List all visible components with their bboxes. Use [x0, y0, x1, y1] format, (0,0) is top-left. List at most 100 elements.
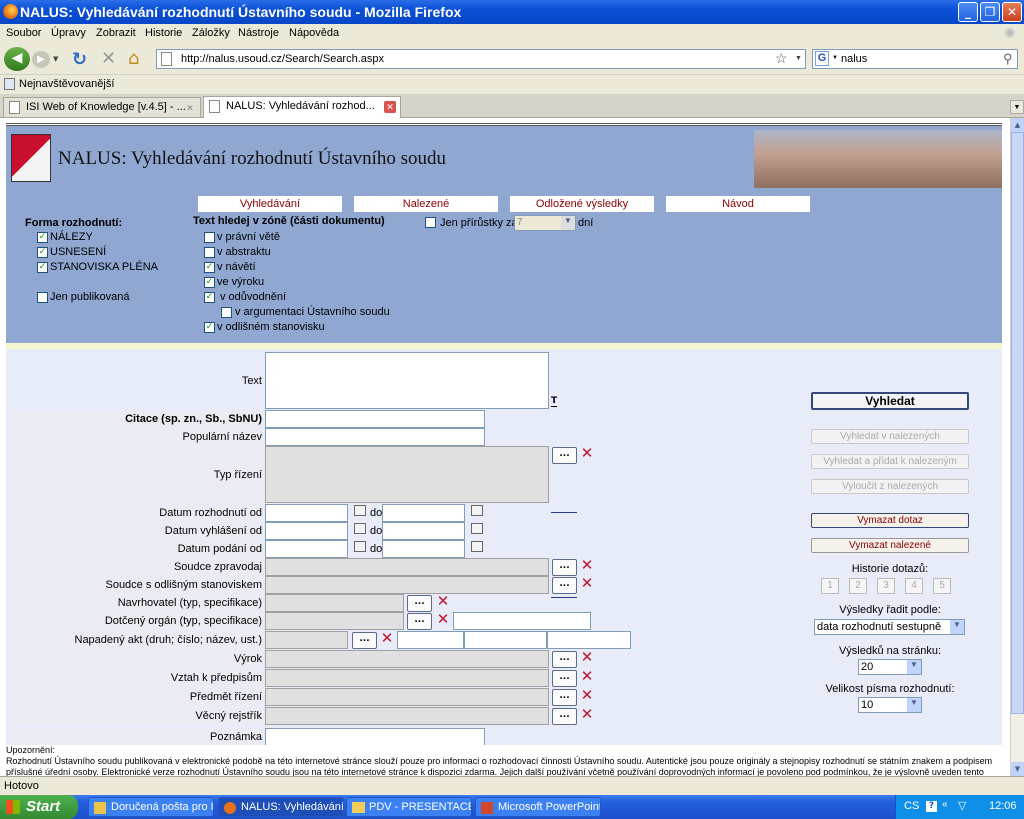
calendar-icon[interactable]	[354, 541, 366, 552]
scroll-up-icon[interactable]: ▲	[1011, 118, 1024, 132]
vyrok-clear-icon[interactable]: ✕	[580, 650, 594, 665]
odlisne-checkbox[interactable]: ✓	[204, 322, 215, 333]
search-bar[interactable]: G ▼ nalus ⚲	[812, 49, 1018, 69]
calendar-icon[interactable]	[471, 505, 483, 516]
published-checkbox[interactable]	[37, 292, 48, 303]
tab-close-icon[interactable]: ✕	[384, 101, 396, 113]
text-textarea[interactable]	[265, 352, 549, 409]
tray-arrow-icon[interactable]: «	[942, 799, 948, 810]
datum-rozh-to-input[interactable]	[382, 504, 465, 522]
history-page-2[interactable]: 2	[849, 578, 867, 594]
language-indicator[interactable]: CS	[904, 800, 919, 812]
navrhovatel-pick-button[interactable]: ...	[407, 595, 432, 612]
typ-rizeni-pick-button[interactable]: ...	[552, 447, 577, 464]
naveti-checkbox[interactable]: ✓	[204, 262, 215, 273]
history-page-4[interactable]: 4	[905, 578, 923, 594]
tab-navod[interactable]: Návod	[666, 196, 810, 212]
menu-napoveda[interactable]: Nápověda	[289, 27, 339, 39]
tab-isi[interactable]: ISI Web of Knowledge [v.4.5] - ... ✕	[3, 97, 201, 117]
usneseni-checkbox[interactable]: ✓	[37, 247, 48, 258]
history-page-3[interactable]: 3	[877, 578, 895, 594]
back-icon[interactable]: ◀	[4, 47, 30, 71]
napadeny-nazev-input[interactable]	[464, 631, 547, 649]
oduvodneni-checkbox[interactable]: ✓	[204, 292, 215, 303]
tab-vyhledavani[interactable]: Vyhledávání	[198, 196, 342, 212]
citace-input[interactable]	[265, 410, 485, 428]
pravni-veta-checkbox[interactable]	[204, 232, 215, 243]
vyrok-pick-button[interactable]: ...	[552, 651, 577, 668]
increment-checkbox[interactable]	[425, 217, 436, 228]
argumentace-checkbox[interactable]	[221, 307, 232, 318]
datum-rozh-from-input[interactable]	[265, 504, 348, 522]
task-powerpoint[interactable]: Microsoft PowerPoint ...	[475, 797, 601, 817]
sort-select[interactable]: data rozhodnutí sestupně ▼	[814, 619, 965, 635]
napadeny-clear-icon[interactable]: ✕	[380, 631, 394, 646]
menu-soubor[interactable]: Soubor	[6, 27, 41, 39]
reload-icon[interactable]: ↻	[72, 49, 87, 70]
stop-icon[interactable]: ✕	[101, 48, 116, 69]
history-page-1[interactable]: 1	[821, 578, 839, 594]
task-firefox[interactable]: NALUS: Vyhledávání r...	[218, 797, 344, 817]
history-page-5[interactable]: 5	[933, 578, 951, 594]
menu-upravy[interactable]: Úpravy	[51, 27, 86, 39]
scroll-down-icon[interactable]: ▼	[1011, 762, 1024, 776]
vyrok-checkbox[interactable]: ✓	[204, 277, 215, 288]
typ-rizeni-clear-icon[interactable]: ✕	[580, 446, 594, 461]
tab-close-icon[interactable]: ✕	[184, 102, 196, 114]
text-tool-icon[interactable]: T	[551, 396, 558, 407]
datum-pod-from-input[interactable]	[265, 540, 348, 558]
soudce-clear-icon[interactable]: ✕	[580, 558, 594, 573]
font-size-select[interactable]: 10 ▼	[858, 697, 922, 713]
clear-query-button[interactable]: Vymazat dotaz	[811, 513, 969, 528]
menu-historie[interactable]: Historie	[145, 27, 182, 39]
popularni-input[interactable]	[265, 428, 485, 446]
star-icon[interactable]: ☆	[775, 50, 788, 67]
datum-vyhl-from-input[interactable]	[265, 522, 348, 540]
scroll-thumb[interactable]	[1011, 132, 1024, 714]
menu-nastroje[interactable]: Nástroje	[238, 27, 279, 39]
network-icon[interactable]: ▽	[958, 799, 966, 812]
soudce-odl-pick-button[interactable]: ...	[552, 577, 577, 594]
tab-nalus[interactable]: NALUS: Vyhledávání rozhod... ✕	[203, 96, 401, 118]
per-page-select[interactable]: 20 ▼	[858, 659, 922, 675]
soudce-pick-button[interactable]: ...	[552, 559, 577, 576]
calendar-icon[interactable]	[354, 523, 366, 534]
predmet-pick-button[interactable]: ...	[552, 689, 577, 706]
datum-vyhl-to-input[interactable]	[382, 522, 465, 540]
vztah-pick-button[interactable]: ...	[552, 670, 577, 687]
tab-odlozene[interactable]: Odložené výsledky	[510, 196, 654, 212]
napadeny-cislo-input[interactable]	[397, 631, 464, 649]
task-folder[interactable]: PDV - PRESENTACE	[346, 797, 472, 817]
restore-button[interactable]: ❐	[980, 2, 1000, 22]
soudce-odl-clear-icon[interactable]: ✕	[580, 576, 594, 591]
abstrakt-checkbox[interactable]	[204, 247, 215, 258]
tab-nalezene[interactable]: Nalezené	[354, 196, 498, 212]
vecny-clear-icon[interactable]: ✕	[580, 707, 594, 722]
history-dropdown-icon[interactable]: ▼	[53, 55, 58, 63]
vecny-pick-button[interactable]: ...	[552, 708, 577, 725]
napadeny-ust-input[interactable]	[547, 631, 631, 649]
napadeny-pick-button[interactable]: ...	[352, 632, 377, 649]
start-button[interactable]: Start	[0, 795, 78, 819]
vztah-clear-icon[interactable]: ✕	[580, 669, 594, 684]
calendar-icon[interactable]	[471, 541, 483, 552]
calendar-icon[interactable]	[354, 505, 366, 516]
exclude-found-button[interactable]: Vyloučit z nalezených	[811, 479, 969, 494]
nalezy-checkbox[interactable]: ✓	[37, 232, 48, 243]
clear-found-button[interactable]: Vymazat nalezené	[811, 538, 969, 553]
stanoviska-checkbox[interactable]: ✓	[37, 262, 48, 273]
url-bar[interactable]: http://nalus.usoud.cz/Search/Search.aspx…	[156, 49, 806, 69]
help-icon[interactable]: ?	[926, 801, 937, 812]
url-dropdown-icon[interactable]: ▼	[795, 55, 802, 62]
home-icon[interactable]: ⌂	[128, 48, 139, 69]
dotceny-spec-input[interactable]	[453, 612, 591, 630]
search-in-found-button[interactable]: Vyhledat v nalezených	[811, 429, 969, 444]
forward-icon[interactable]: ▶	[32, 51, 50, 68]
menu-zobrazit[interactable]: Zobrazit	[96, 27, 136, 39]
search-engine-icon[interactable]: G	[815, 51, 829, 66]
navrhovatel-clear-icon[interactable]: ✕	[436, 594, 450, 609]
poznamka-input[interactable]	[265, 728, 485, 746]
task-mail[interactable]: Doručená pošta pro I...	[88, 797, 214, 817]
bookmark-most-visited[interactable]: Nejnavštěvovanější	[19, 78, 114, 90]
close-button[interactable]: ✕	[1002, 2, 1022, 22]
